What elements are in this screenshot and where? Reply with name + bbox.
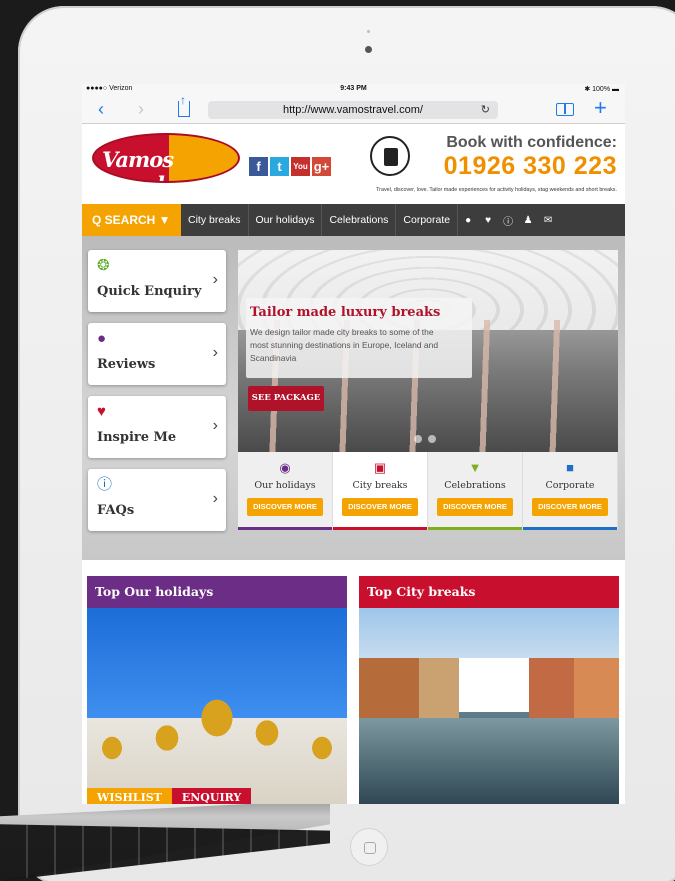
category-label: Our holidays (254, 480, 316, 491)
slide-text: We design tailor made city breaks to som… (250, 327, 439, 363)
see-package-button[interactable]: SEE PACKAGE (248, 386, 324, 411)
speech-bubble-icon: ● (97, 330, 107, 347)
site-header: Vamos travel f t You Tube g+ Book with c… (82, 124, 625, 204)
social-links: f t You Tube g+ (249, 157, 331, 190)
canal-city-image[interactable] (359, 608, 619, 804)
twitter-icon[interactable]: t (270, 157, 289, 176)
nav-item-celebrations[interactable]: Celebrations (322, 204, 397, 236)
top-city-breaks-panel[interactable]: Top City breaks (359, 576, 619, 804)
chevron-right-icon: › (212, 490, 218, 507)
sensor (367, 30, 370, 33)
category-label: Celebrations (444, 480, 506, 491)
top-our-holidays-panel[interactable]: Top Our holidays WISHLIST ENQUIRY (87, 576, 347, 804)
tagline: Travel, discover, love. Tailor made expe… (376, 187, 617, 193)
bookmarks-icon[interactable] (556, 103, 574, 116)
facebook-icon[interactable]: f (249, 157, 268, 176)
category-bar (428, 527, 522, 530)
panel-title: Top City breaks (359, 576, 619, 608)
speech-icon[interactable]: ● (458, 215, 478, 226)
info-icon: ⓘ (97, 476, 113, 493)
wishlist-button[interactable]: WISHLIST (87, 788, 172, 804)
heart-icon: ♥ (97, 403, 106, 420)
main-nav: Q SEARCH ▼ City breaks Our holidays Cele… (82, 204, 625, 236)
back-icon[interactable]: ‹ (98, 99, 104, 119)
slider-dot[interactable] (414, 435, 422, 443)
url-bar[interactable]: http://www.vamostravel.com/ ↻ (208, 101, 498, 119)
chevron-right-icon: › (212, 344, 218, 361)
url-text: http://www.vamostravel.com/ (283, 104, 423, 116)
panel-title: Top Our holidays (87, 576, 347, 608)
screen: ●●●●○ Verizon 9:43 PM ✱ 100% ▬ ‹ › http:… (82, 84, 625, 804)
nav-item-corporate[interactable]: Corporate (396, 204, 459, 236)
cocktail-icon: ▼ (468, 460, 482, 475)
category-city-breaks[interactable]: ▣ City breaks DISCOVER MORE (333, 452, 428, 530)
reload-icon[interactable]: ↻ (481, 101, 490, 119)
camera (365, 46, 372, 53)
category-tabs: ◉ Our holidays DISCOVER MORE ▣ City brea… (238, 452, 618, 530)
headline: Book with confidence: (446, 134, 617, 151)
user-icon[interactable]: ♟ (518, 215, 538, 226)
category-label: City breaks (352, 480, 408, 491)
card-label: Inspire Me (97, 430, 177, 445)
category-label: Corporate (545, 480, 595, 491)
discover-more-button[interactable]: DISCOVER MORE (342, 498, 418, 516)
nav-item-our-holidays[interactable]: Our holidays (249, 204, 323, 236)
chevron-right-icon: › (212, 417, 218, 434)
phone-number[interactable]: 01926 330 223 (444, 152, 617, 181)
slide-title: Tailor made luxury breaks (250, 305, 441, 320)
category-corporate[interactable]: ■ Corporate DISCOVER MORE (523, 452, 618, 530)
category-bar (238, 527, 332, 530)
youtube-icon[interactable]: You Tube (291, 157, 310, 190)
protection-badge-icon (370, 136, 410, 176)
chevron-right-icon: › (212, 271, 218, 288)
quick-enquiry-card[interactable]: ❂ Quick Enquiry › (88, 250, 226, 312)
battery-indicator: ✱ 100% ▬ (584, 86, 619, 93)
vamos-logo[interactable]: Vamos travel (92, 133, 240, 183)
discover-more-button[interactable]: DISCOVER MORE (247, 498, 323, 516)
search-button[interactable]: Q SEARCH ▼ (82, 204, 181, 236)
category-bar (523, 527, 617, 530)
nav-item-city-breaks[interactable]: City breaks (181, 204, 249, 236)
suitcase-icon: ▣ (373, 460, 387, 475)
home-button[interactable] (350, 828, 388, 866)
chat-icon: ❂ (97, 257, 110, 274)
category-bar (333, 527, 427, 530)
category-our-holidays[interactable]: ◉ Our holidays DISCOVER MORE (238, 452, 333, 530)
inspire-me-card[interactable]: ♥ Inspire Me › (88, 396, 226, 458)
new-tab-icon[interactable]: + (594, 97, 607, 119)
discover-more-button[interactable]: DISCOVER MORE (532, 498, 608, 516)
card-label: FAQs (97, 503, 135, 518)
mail-icon[interactable]: ✉ (538, 215, 558, 226)
logo-text: Vamos travel (102, 147, 174, 181)
google-plus-icon[interactable]: g+ (312, 157, 331, 176)
top-panels: Top Our holidays WISHLIST ENQUIRY Top Ci… (82, 560, 625, 804)
status-bar: ●●●●○ Verizon 9:43 PM ✱ 100% ▬ (82, 84, 625, 96)
clock: 9:43 PM (340, 85, 367, 92)
heart-icon[interactable]: ♥ (478, 215, 498, 226)
browser-toolbar: ‹ › http://www.vamostravel.com/ ↻ + (82, 93, 625, 124)
hero-section: ❂ Quick Enquiry › ● Reviews › ♥ Inspire … (82, 236, 625, 560)
card-label: Reviews (97, 357, 156, 372)
discover-more-button[interactable]: DISCOVER MORE (437, 498, 513, 516)
category-celebrations[interactable]: ▼ Celebrations DISCOVER MORE (428, 452, 523, 530)
card-label: Quick Enquiry (97, 284, 202, 299)
info-icon[interactable]: ⓘ (498, 213, 518, 228)
hero-slider[interactable]: Tailor made luxury breaks We design tail… (238, 250, 618, 452)
church-domes-image[interactable] (87, 608, 347, 804)
faqs-card[interactable]: ⓘ FAQs › (88, 469, 226, 531)
forward-icon[interactable]: › (138, 99, 144, 119)
share-icon[interactable] (178, 93, 190, 117)
slider-dots (414, 435, 436, 443)
briefcase-icon: ■ (566, 460, 574, 475)
reviews-card[interactable]: ● Reviews › (88, 323, 226, 385)
slider-dot[interactable] (428, 435, 436, 443)
map-pin-icon: ◉ (279, 460, 291, 475)
enquiry-button[interactable]: ENQUIRY (171, 788, 252, 804)
panel-actions: WISHLIST ENQUIRY (87, 788, 252, 804)
